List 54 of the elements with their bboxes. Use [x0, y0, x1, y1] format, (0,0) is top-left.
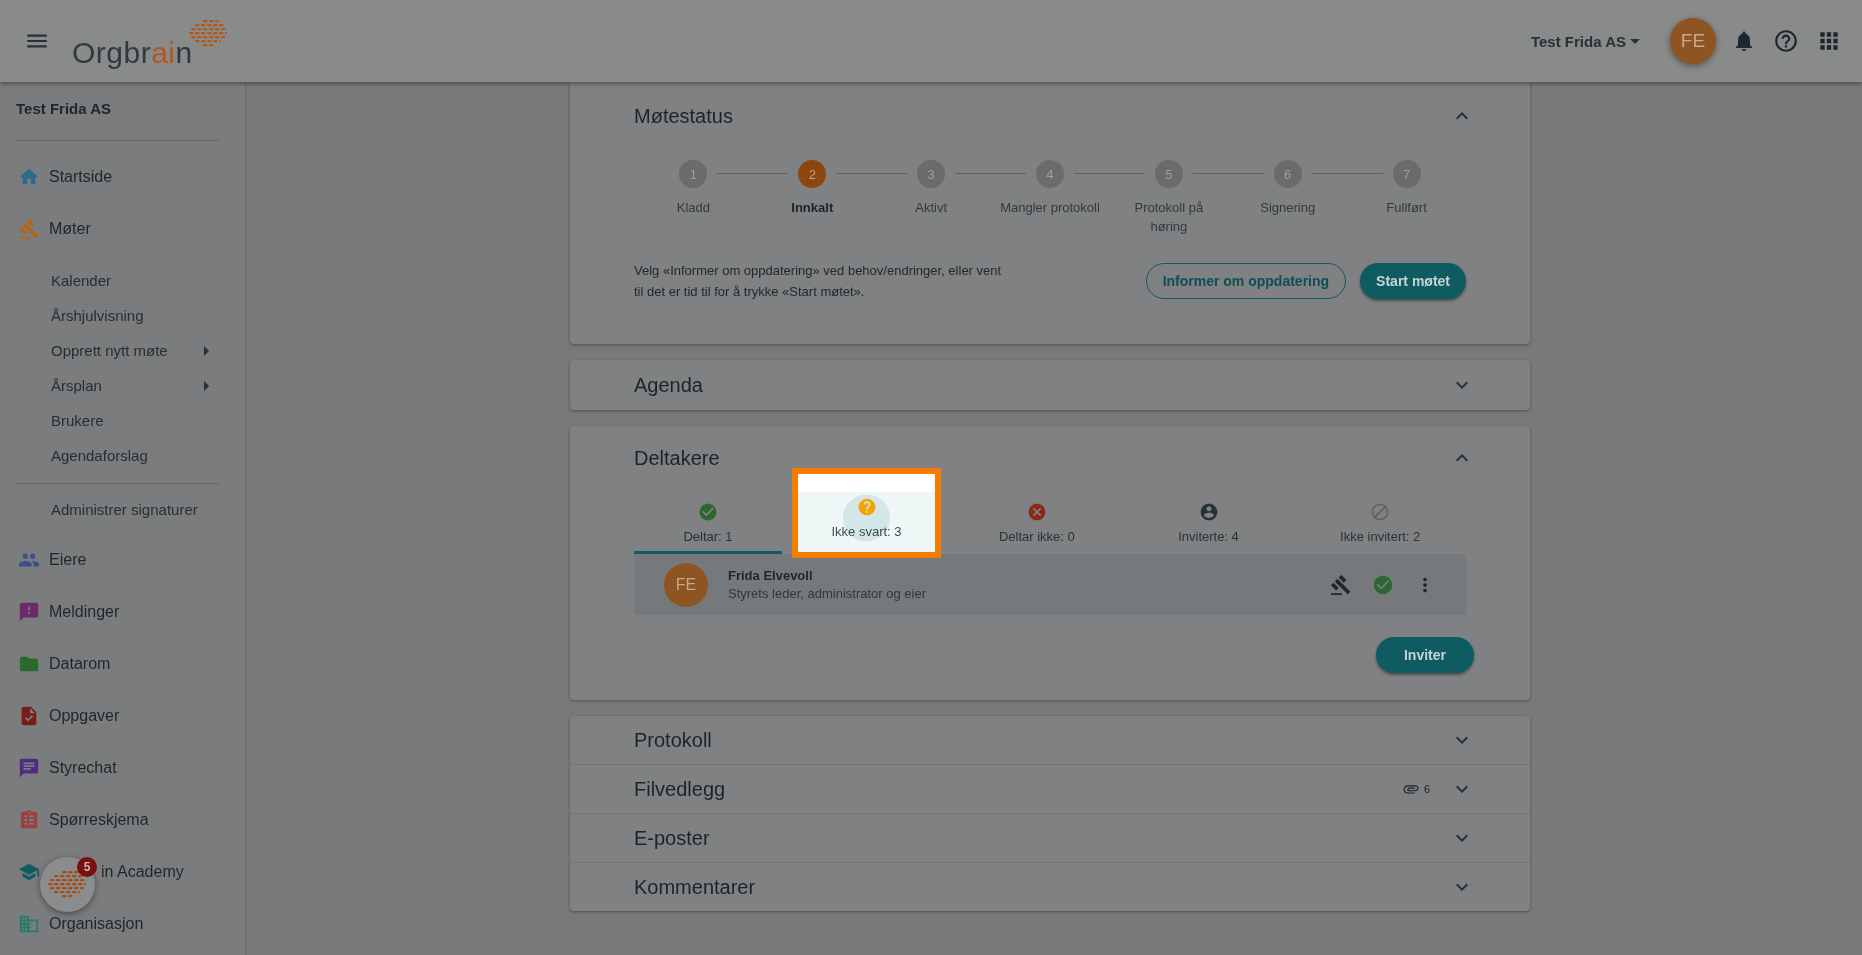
step-label: Innkalt [791, 199, 834, 217]
section-title: Deltakere [634, 446, 721, 470]
sidebar-subitem[interactable]: Brukere [16, 403, 229, 438]
step-number: 2 [798, 160, 827, 188]
sidebar-item[interactable]: Organisasjon [49, 915, 144, 933]
step-label: Fullført [1386, 199, 1427, 217]
sidebar-subitem[interactable]: Årshjulvisning [16, 298, 229, 333]
status-description: Velg «Informer om oppdatering» ved behov/endringer, eller vent til det er tid til for å trykke «Start møtet». [634, 262, 1003, 301]
sidebar-item[interactable]: Oppgaver [49, 707, 120, 725]
sidebar-subitem[interactable]: Kalender [16, 263, 229, 298]
user-avatar[interactable]: FE [1670, 18, 1716, 64]
step-label: Protokoll på høring [1133, 199, 1205, 236]
submenu-arrow-icon [204, 380, 209, 391]
participant-tab[interactable]: Ikke invitert: 2 [1294, 494, 1466, 554]
sidebar-item[interactable]: Datarom [49, 655, 111, 673]
sidebar-item[interactable]: Møter [49, 220, 91, 238]
sidebar-item[interactable]: Meldinger [49, 603, 120, 621]
organization-name: Test Frida AS [16, 100, 112, 117]
sidebar-item[interactable]: Startside [49, 168, 113, 186]
section-title: Protokoll [634, 728, 713, 752]
participant-row[interactable]: FE Frida Elvevoll Styrets leder, administrator og eier [634, 554, 1466, 615]
attachment-count: 6 [1423, 783, 1430, 795]
participant-tab[interactable]: Inviterte: 4 [1122, 494, 1295, 554]
sidebar-item[interactable]: Styrechat [49, 759, 117, 777]
step-label: Kladd [676, 199, 711, 217]
sidebar-item[interactable]: in Academy [101, 863, 184, 881]
step-label: Mangler protokoll [1000, 199, 1100, 217]
section-title: Møtestatus [634, 104, 734, 128]
section-title: Kommentarer [634, 875, 757, 899]
brain-logo-icon [47, 870, 88, 899]
participant-tab[interactable]: Ikke svart: 3 [792, 468, 941, 558]
company-selector[interactable]: Test Frida AS [1530, 32, 1640, 50]
section-title: E-poster [634, 826, 711, 850]
dropdown-caret-icon [1630, 38, 1640, 44]
invite-button[interactable]: Inviter [1376, 637, 1474, 673]
gavel-icon[interactable] [1330, 573, 1352, 596]
participant-role: Styrets leder, administrator og eier [728, 586, 927, 601]
participant-tab[interactable]: Deltar ikke: 0 [951, 494, 1123, 554]
section-title: Agenda [634, 373, 704, 397]
step-label: Aktivt [915, 199, 948, 217]
sidebar-subitem[interactable]: Årsplan [16, 368, 229, 403]
sidebar-item[interactable]: Spørreskjema [49, 811, 149, 829]
orgbrain-logo[interactable]: Orgbrain [72, 12, 229, 70]
sidebar-item[interactable]: Administrer signaturer [16, 484, 229, 534]
participant-avatar: FE [664, 562, 708, 607]
sidebar-subitem[interactable]: Opprett nytt møte [16, 333, 229, 368]
help-icon[interactable] [1773, 28, 1799, 54]
participant-name: Frida Elvevoll [728, 568, 814, 583]
step-label: Signering [1260, 199, 1316, 217]
sidebar-subitem[interactable]: Agendaforslag [16, 438, 229, 473]
submenu-arrow-icon [204, 345, 209, 356]
section-title: Filvedlegg [634, 777, 727, 801]
sidebar-item[interactable]: Eiere [49, 551, 87, 569]
start-meeting-button[interactable]: Start møtet [1360, 263, 1466, 299]
